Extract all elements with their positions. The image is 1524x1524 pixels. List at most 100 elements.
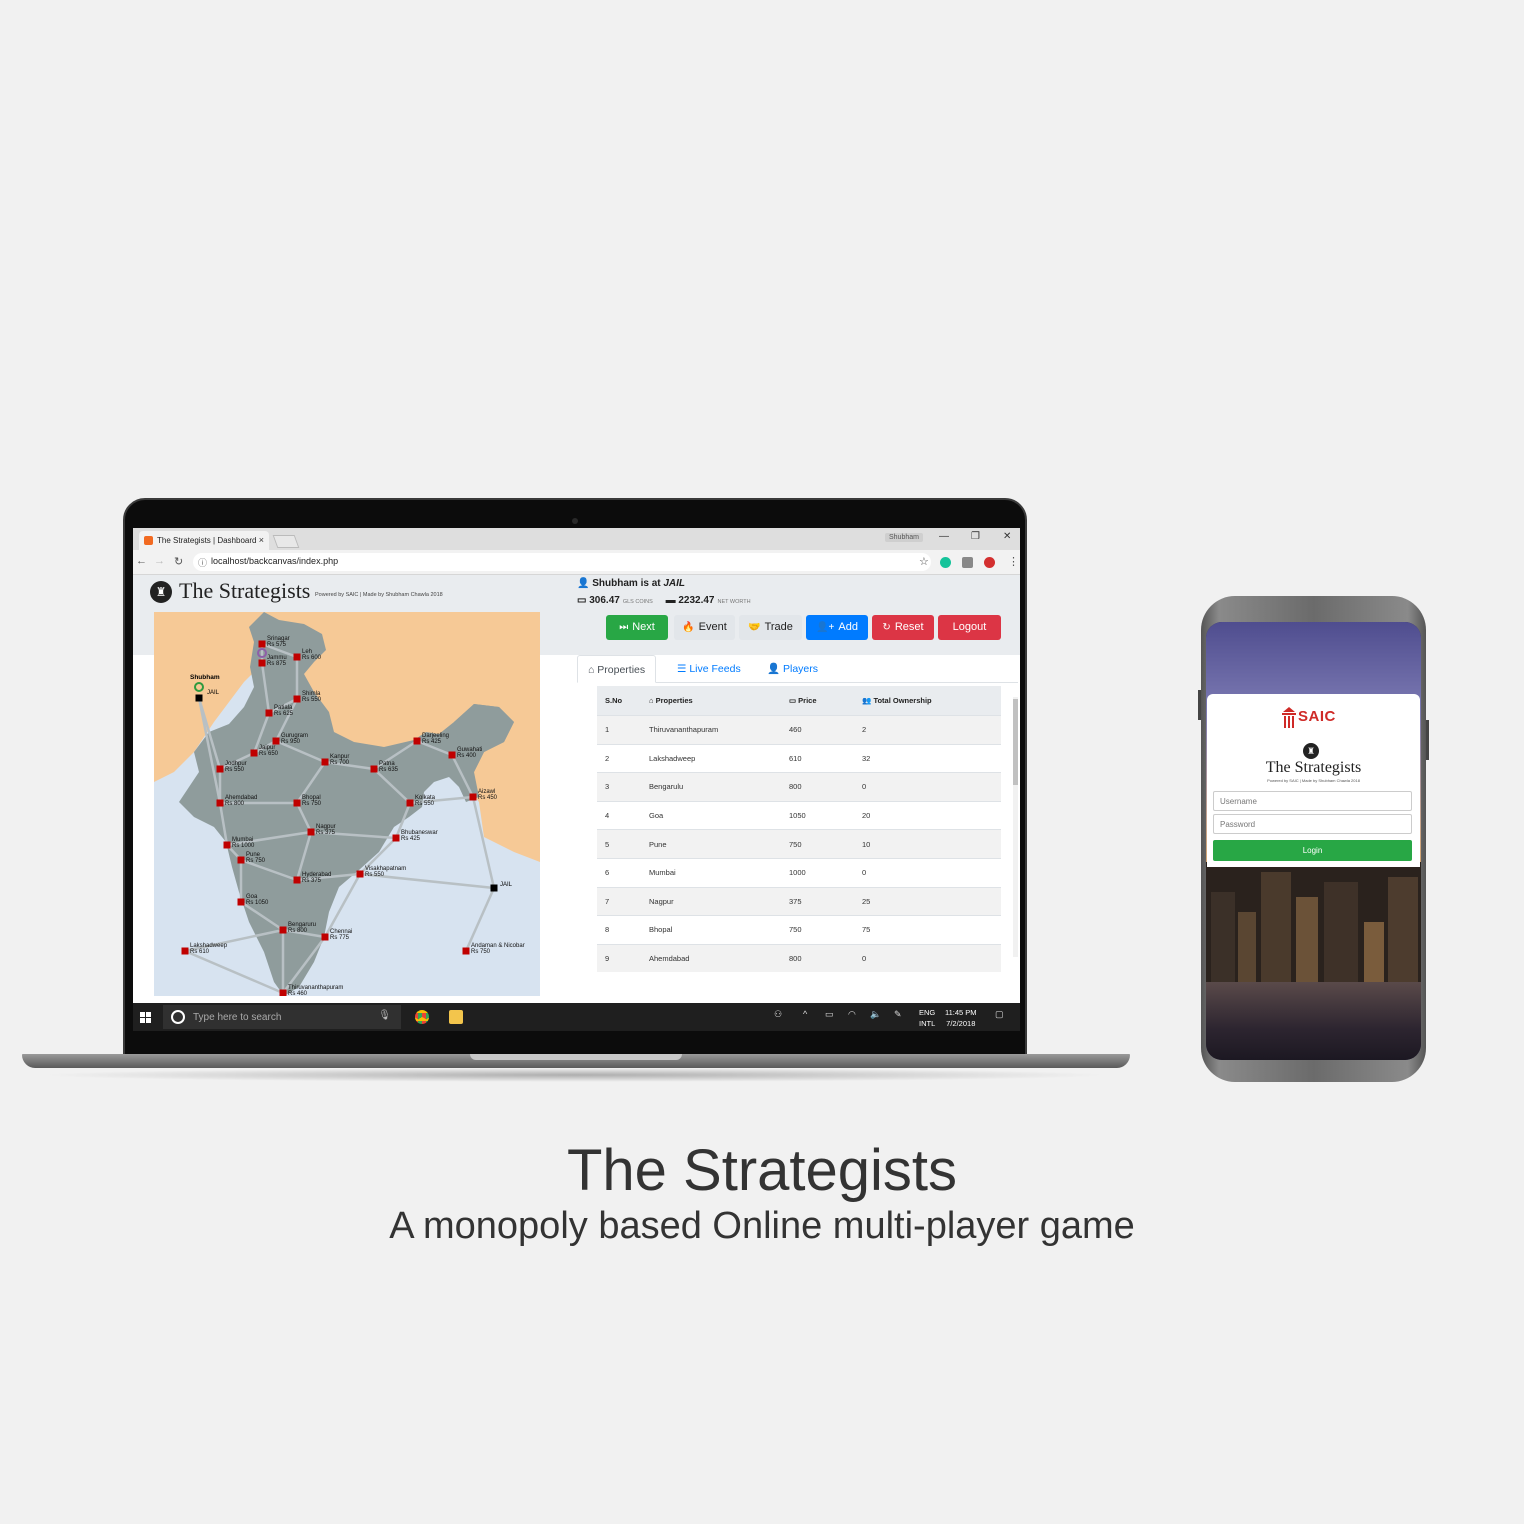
reset-button[interactable]: ↻ Reset bbox=[872, 615, 934, 640]
city-node[interactable] bbox=[223, 841, 231, 849]
city-node[interactable] bbox=[258, 640, 266, 648]
city-node[interactable] bbox=[293, 695, 301, 703]
chrome-icon[interactable] bbox=[415, 1010, 429, 1024]
tray-chevron-icon[interactable]: ^ bbox=[803, 1009, 807, 1019]
city-price-label: Rs 450 bbox=[478, 795, 498, 801]
tab-players[interactable]: 👤 Players bbox=[757, 655, 828, 683]
table-row[interactable]: 9 Ahemdabad 800 0 bbox=[597, 943, 1001, 973]
grammarly-extension-icon[interactable] bbox=[940, 557, 951, 568]
battery-icon[interactable]: ▭ bbox=[825, 1009, 834, 1020]
tab-title: The Strategists | Dashboard bbox=[157, 536, 257, 545]
username-field[interactable]: Username bbox=[1213, 791, 1412, 811]
pen-icon[interactable]: ✎ bbox=[894, 1009, 902, 1020]
cortana-icon[interactable] bbox=[171, 1010, 185, 1024]
city-node[interactable] bbox=[279, 926, 287, 934]
city-node[interactable] bbox=[406, 799, 414, 807]
taskbar-search[interactable]: Type here to search 🎙 bbox=[163, 1005, 401, 1029]
table-row[interactable]: 7 Nagpur 375 25 bbox=[597, 886, 1001, 916]
microphone-icon[interactable]: 🎙 bbox=[378, 1010, 391, 1021]
laptop-screen: The Strategists | Dashboard × Shubham — … bbox=[133, 528, 1020, 1031]
table-row[interactable]: 3 Bengarulu 800 0 bbox=[597, 772, 1001, 801]
city-node[interactable] bbox=[216, 765, 224, 773]
city-node[interactable] bbox=[469, 793, 477, 801]
city-node[interactable] bbox=[370, 765, 378, 773]
city-node[interactable] bbox=[258, 659, 266, 667]
table-row[interactable]: 4 Goa 1050 20 bbox=[597, 800, 1001, 830]
city-node[interactable] bbox=[216, 799, 224, 807]
password-field[interactable]: Password bbox=[1213, 814, 1412, 834]
city-node[interactable] bbox=[293, 799, 301, 807]
city-node[interactable] bbox=[448, 751, 456, 759]
table-row[interactable]: 6 Mumbai 1000 0 bbox=[597, 857, 1001, 887]
table-row[interactable]: 2 Lakshadweep 610 32 bbox=[597, 743, 1001, 773]
people-icon[interactable]: ⚇ bbox=[774, 1009, 782, 1020]
add-button[interactable]: 👤+ Add bbox=[806, 615, 868, 640]
table-scrollbar-thumb[interactable] bbox=[1013, 699, 1018, 785]
city-node[interactable] bbox=[181, 947, 189, 955]
notifications-icon[interactable]: ▢ bbox=[995, 1009, 1004, 1020]
city-node[interactable] bbox=[250, 749, 258, 757]
windows-start-icon[interactable] bbox=[140, 1012, 151, 1023]
city-node[interactable] bbox=[392, 834, 400, 842]
clock-date: 7/2/2018 bbox=[946, 1019, 976, 1028]
wifi-icon[interactable]: ◠ bbox=[848, 1009, 856, 1020]
money-icon: ▭ bbox=[577, 595, 587, 606]
back-icon[interactable]: ← bbox=[136, 555, 147, 567]
player-jail-node[interactable] bbox=[195, 694, 203, 702]
tab-close-icon[interactable]: × bbox=[259, 535, 264, 545]
new-tab-button[interactable] bbox=[272, 535, 300, 548]
city-price-label: Rs 800 bbox=[288, 928, 308, 934]
menu-kebab-icon[interactable]: ⋮ bbox=[1008, 555, 1019, 568]
city-node[interactable] bbox=[413, 737, 421, 745]
city-node[interactable] bbox=[321, 758, 329, 766]
bookmark-star-icon[interactable]: ☆ bbox=[919, 555, 929, 568]
game-map[interactable]: Srinagar Rs 575 Leh Rs 600 Jammu Rs 875 Shimla… bbox=[154, 612, 540, 996]
forward-icon[interactable]: → bbox=[154, 555, 165, 567]
tab-properties[interactable]: ⌂ Properties bbox=[577, 655, 657, 683]
reload-icon[interactable]: ↻ bbox=[174, 555, 183, 568]
city-node[interactable] bbox=[272, 737, 280, 745]
minimize-icon[interactable]: — bbox=[939, 531, 949, 542]
cell-property: Nagpur bbox=[649, 896, 674, 906]
file-explorer-icon[interactable] bbox=[449, 1010, 463, 1024]
trade-button[interactable]: 🤝 Trade bbox=[739, 615, 802, 640]
volume-icon[interactable]: 🔈 bbox=[870, 1009, 881, 1020]
tab-live-feeds[interactable]: ☰ Live Feeds bbox=[667, 655, 751, 683]
city-price-label: Rs 550 bbox=[225, 767, 245, 773]
city-node[interactable] bbox=[237, 856, 245, 864]
city-node[interactable] bbox=[265, 709, 273, 717]
recycle-extension-icon[interactable] bbox=[962, 557, 973, 568]
city-price-label: Rs 750 bbox=[302, 801, 322, 807]
jail-node[interactable] bbox=[490, 884, 498, 892]
vpn-extension-icon[interactable] bbox=[984, 557, 995, 568]
cell-property: Mumbai bbox=[649, 868, 676, 878]
city-node[interactable] bbox=[307, 828, 315, 836]
users-icon: 👥 bbox=[862, 696, 874, 705]
profile-badge[interactable]: Shubham bbox=[885, 533, 923, 542]
city-node[interactable] bbox=[237, 898, 245, 906]
city-node[interactable] bbox=[279, 989, 287, 997]
next-button[interactable]: ⏭ Next bbox=[606, 615, 668, 640]
close-icon[interactable]: ✕ bbox=[1003, 531, 1011, 542]
city-node[interactable] bbox=[293, 876, 301, 884]
city-node[interactable] bbox=[356, 870, 364, 878]
logout-button[interactable]: Logout bbox=[938, 615, 1001, 640]
taskbar-clock[interactable]: 11:45 PM 7/2/2018 bbox=[945, 1007, 977, 1029]
city-node[interactable] bbox=[293, 653, 301, 661]
event-label: Event bbox=[698, 621, 727, 633]
city-node[interactable] bbox=[321, 933, 329, 941]
address-bar[interactable]: ⓘ localhost/backcanvas/index.php bbox=[193, 553, 931, 571]
browser-tab[interactable]: The Strategists | Dashboard × bbox=[139, 531, 269, 550]
restore-icon[interactable]: ❐ bbox=[971, 531, 980, 542]
city-price-label: Rs 460 bbox=[288, 991, 308, 996]
language-indicator[interactable]: ENG INTL bbox=[919, 1007, 935, 1029]
event-button[interactable]: 🔥 Event bbox=[674, 615, 735, 640]
login-button[interactable]: Login bbox=[1213, 840, 1412, 861]
table-row[interactable]: 1 Thiruvananthapuram 460 2 bbox=[597, 715, 1001, 744]
table-row[interactable]: 5 Pune 750 10 bbox=[597, 829, 1001, 858]
net-worth-value: 2232.47 bbox=[678, 595, 715, 606]
header-properties: ⌂ Properties bbox=[649, 696, 789, 705]
india-map-svg[interactable]: SrinagarRs 575LehRs 600JammuRs 875Shimla… bbox=[154, 612, 540, 996]
table-row[interactable]: 8 Bhopal 750 75 bbox=[597, 915, 1001, 944]
city-node[interactable] bbox=[462, 947, 470, 955]
